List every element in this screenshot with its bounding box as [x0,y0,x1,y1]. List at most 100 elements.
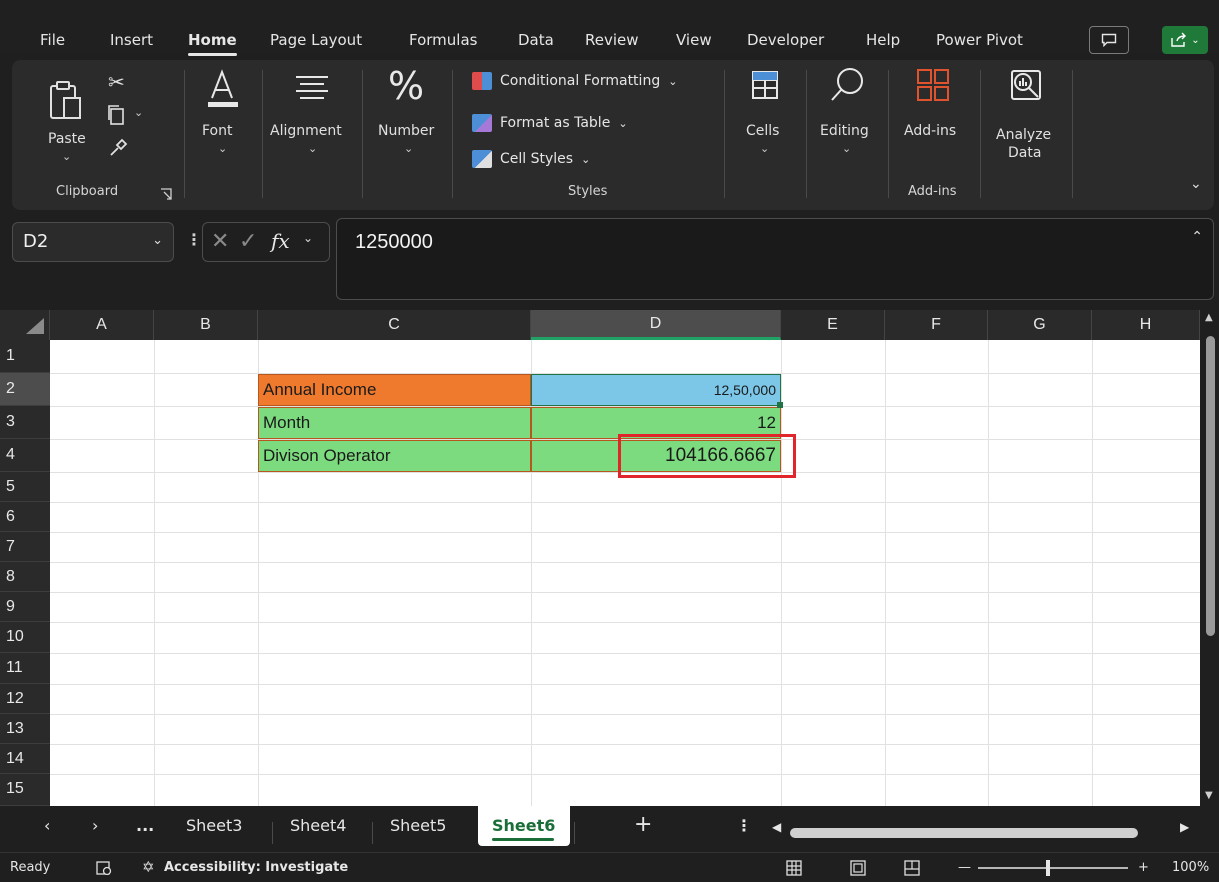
scroll-tabs-right-icon[interactable]: › [92,816,98,835]
column-header-d[interactable]: D [531,310,781,340]
row-header-11[interactable]: 11 [0,653,50,684]
vertical-scroll-thumb[interactable] [1206,336,1215,636]
column-header-f[interactable]: F [885,310,988,340]
zoom-slider[interactable] [978,860,1128,876]
zoom-out-icon[interactable]: — [958,860,971,875]
column-header-c[interactable]: C [258,310,531,340]
page-break-view-icon[interactable] [904,860,920,876]
row-header-15[interactable]: 15 [0,774,50,806]
scroll-left-icon[interactable]: ◀ [772,820,781,834]
row-header-13[interactable]: 13 [0,714,50,744]
fill-handle[interactable] [777,402,783,408]
cell-styles-button[interactable]: Cell Styles ⌄ [472,150,590,168]
accessibility-status[interactable]: Accessibility: Investigate [164,860,348,875]
name-box[interactable]: D2 ⌄ [12,222,174,262]
paste-label: Paste [48,131,86,147]
macro-record-icon[interactable] [96,861,112,875]
sheet-tab-sheet6[interactable]: Sheet6 [478,806,570,846]
worksheet-grid[interactable]: A B C D E F G H 1 2 3 4 5 6 7 8 9 10 11 … [0,310,1200,806]
enter-icon[interactable]: ✓ [239,229,257,254]
tab-home[interactable]: Home [188,30,237,56]
chevron-up-icon[interactable]: ⌃ [1191,229,1203,245]
tab-power-pivot[interactable]: Power Pivot [936,30,1023,50]
dialog-launcher-icon[interactable] [160,188,172,200]
font-button[interactable]: Font ⌄ [188,60,260,210]
more-options-icon[interactable]: ⋮ [736,816,752,835]
row-header-1[interactable]: 1 [0,340,50,373]
zoom-level[interactable]: 100% [1172,860,1209,875]
tab-formulas[interactable]: Formulas [409,30,477,50]
chevron-down-icon[interactable]: ⌄ [303,231,313,245]
page-layout-view-icon[interactable] [850,860,866,876]
analyze-data-button[interactable]: Analyze Data [984,60,1070,210]
share-button[interactable]: ⌄ [1162,26,1208,54]
paste-button[interactable]: Paste ⌄ [42,74,90,164]
scroll-tabs-left-icon[interactable]: ‹ [44,816,50,835]
chevron-down-icon: ⌄ [62,150,72,163]
gridline [885,340,886,806]
column-header-e[interactable]: E [781,310,885,340]
row-header-10[interactable]: 10 [0,622,50,653]
tab-data[interactable]: Data [518,30,554,50]
select-all-corner[interactable] [0,310,50,340]
format-painter-icon[interactable] [108,136,130,158]
row-header-5[interactable]: 5 [0,472,50,502]
copy-button[interactable]: ⌄ [106,104,146,128]
sheet-tab-sheet4[interactable]: Sheet4 [290,816,346,835]
row-header-8[interactable]: 8 [0,562,50,592]
cells-button[interactable]: Cells ⌄ [728,60,804,210]
row-header-9[interactable]: 9 [0,592,50,622]
add-sheet-icon[interactable]: + [634,812,652,837]
zoom-slider-thumb[interactable] [1046,860,1050,876]
more-options-icon[interactable]: ⋮ [186,230,202,249]
add-ins-button[interactable]: Add-ins Add-ins [892,60,978,210]
tab-view[interactable]: View [676,30,712,50]
column-header-a[interactable]: A [50,310,154,340]
ribbon-expand-icon[interactable]: ⌄ [1190,176,1202,192]
scroll-right-icon[interactable]: ▶ [1180,820,1189,834]
font-icon [208,69,238,107]
horizontal-scroll-thumb[interactable] [790,828,1138,838]
tab-help[interactable]: Help [866,30,900,50]
column-header-h[interactable]: H [1092,310,1200,340]
vertical-scrollbar[interactable]: ▲ ▼ [1200,310,1219,806]
format-as-table-button[interactable]: Format as Table ⌄ [472,114,628,132]
tab-insert[interactable]: Insert [110,30,153,50]
row-header-4[interactable]: 4 [0,439,50,472]
scroll-down-icon[interactable]: ▼ [1205,790,1213,801]
cell-c3[interactable]: Month [258,407,531,439]
cell-c2[interactable]: Annual Income [258,374,531,406]
column-header-g[interactable]: G [988,310,1092,340]
add-ins-group-label: Add-ins [908,184,957,199]
tab-file[interactable]: File [40,30,65,50]
row-header-2[interactable]: 2 [0,373,50,406]
cell-d2[interactable]: 12,50,000 [531,374,781,406]
row-header-7[interactable]: 7 [0,532,50,562]
scroll-up-icon[interactable]: ▲ [1205,312,1213,323]
cut-icon[interactable]: ✂ [108,70,125,94]
chevron-down-icon[interactable]: ⌄ [152,233,163,248]
cancel-icon[interactable]: ✕ [211,229,229,254]
row-header-14[interactable]: 14 [0,744,50,774]
number-button[interactable]: % Number ⌄ [366,60,450,210]
row-header-12[interactable]: 12 [0,684,50,714]
more-sheets-button[interactable]: ... [136,816,154,835]
conditional-formatting-button[interactable]: Conditional Formatting ⌄ [472,72,677,90]
clipboard-label: Clipboard [56,184,119,199]
zoom-in-icon[interactable]: + [1138,860,1149,875]
tab-review[interactable]: Review [585,30,639,50]
normal-view-icon[interactable] [786,860,802,876]
formula-input[interactable]: 1250000 ⌃ [336,218,1214,300]
cell-c4[interactable]: Divison Operator [258,440,531,472]
column-header-b[interactable]: B [154,310,258,340]
editing-button[interactable]: Editing ⌄ [810,60,886,210]
sheet-tab-sheet3[interactable]: Sheet3 [186,816,242,835]
alignment-button[interactable]: Alignment ⌄ [264,60,360,210]
tab-page-layout[interactable]: Page Layout [270,30,362,50]
insert-function-button[interactable]: fx [271,229,290,253]
sheet-tab-sheet5[interactable]: Sheet5 [390,816,446,835]
comments-button[interactable] [1089,26,1129,54]
row-header-3[interactable]: 3 [0,406,50,439]
tab-developer[interactable]: Developer [747,30,824,50]
row-header-6[interactable]: 6 [0,502,50,532]
